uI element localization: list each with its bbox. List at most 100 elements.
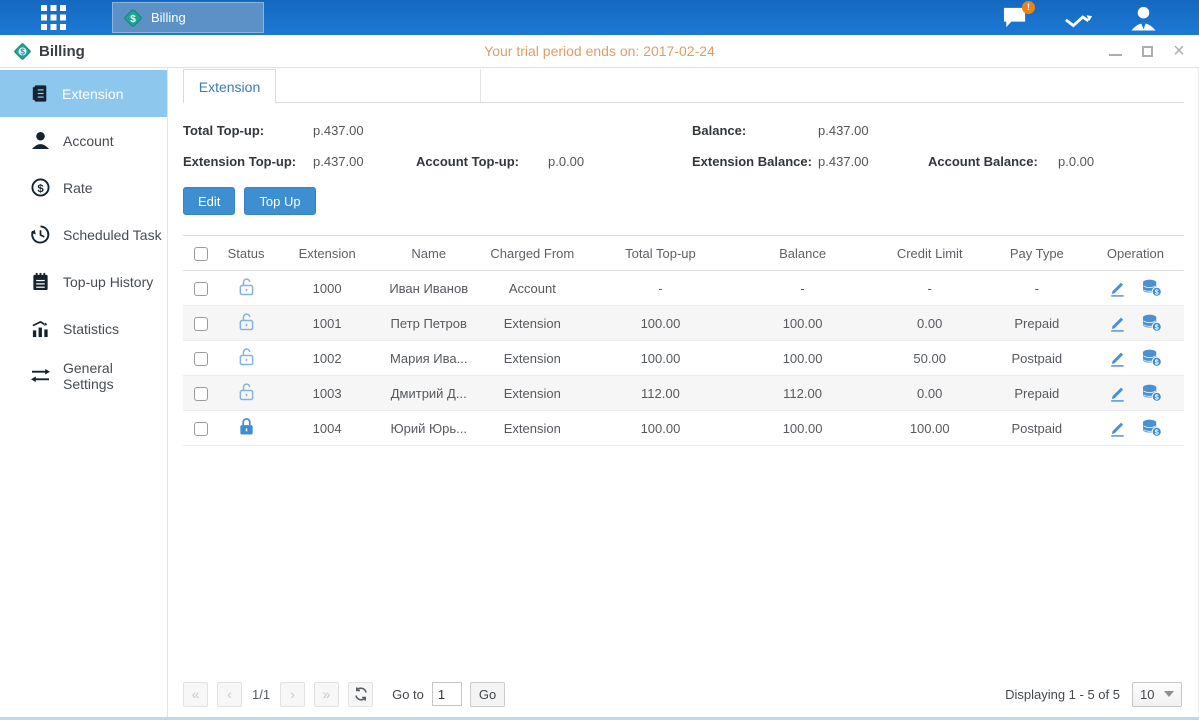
row-edit-button[interactable] [1108, 280, 1126, 297]
cell-charged-from: Extension [476, 376, 588, 411]
statistics-top-button[interactable] [1063, 4, 1095, 32]
status-lock-icon[interactable] [238, 382, 255, 401]
sidebar: Extension Account $ Rate [0, 68, 168, 717]
unlocked-icon [238, 312, 255, 331]
status-lock-icon[interactable] [238, 312, 255, 331]
row-checkbox[interactable] [194, 317, 208, 331]
table-header-row: Status Extension Name Charged From Total… [183, 236, 1184, 271]
row-topup-button[interactable]: $ [1142, 314, 1162, 332]
window-title: $ Billing [13, 42, 85, 61]
row-edit-button[interactable] [1108, 385, 1126, 402]
svg-text:$: $ [130, 13, 136, 24]
pencil-icon [1108, 315, 1126, 332]
status-lock-icon[interactable] [238, 417, 255, 436]
refresh-button[interactable] [348, 682, 373, 707]
table-row[interactable]: 1004 Юрий Юрь... Extension 100.00 100.00… [183, 411, 1184, 446]
coins-dollar-icon: $ [1142, 384, 1162, 402]
cell-extension: 1004 [273, 411, 381, 446]
balance-label: Balance: [692, 123, 818, 138]
svg-text:$: $ [1155, 289, 1159, 297]
goto-page-input[interactable] [432, 682, 462, 706]
person-icon [1130, 5, 1157, 31]
table-row[interactable]: 1000 Иван Иванов Account - - - - [183, 271, 1184, 306]
svg-text:$: $ [1155, 359, 1159, 367]
window-title-bar: $ Billing Your trial period ends on: 201… [0, 35, 1199, 68]
sidebar-item-extension[interactable]: Extension [0, 70, 167, 117]
table-row[interactable]: 1003 Дмитрий Д... Extension 112.00 112.0… [183, 376, 1184, 411]
billing-dollar-diamond-icon: $ [123, 8, 143, 28]
status-lock-icon[interactable] [238, 277, 255, 296]
sidebar-item-label: Extension [62, 86, 123, 102]
sidebar-item-account[interactable]: Account [0, 117, 167, 164]
select-all-checkbox[interactable] [194, 247, 208, 261]
go-button[interactable]: Go [470, 682, 505, 707]
row-checkbox[interactable] [194, 282, 208, 296]
notification-badge: ! [1022, 1, 1035, 14]
table-row[interactable]: 1001 Петр Петров Extension 100.00 100.00… [183, 306, 1184, 341]
column-header-name: Name [381, 236, 476, 271]
row-topup-button[interactable]: $ [1142, 279, 1162, 297]
row-checkbox[interactable] [194, 352, 208, 366]
svg-text:$: $ [1155, 324, 1159, 332]
pagination-bar: « ‹ 1/1 › » Go to Go Displaying [183, 679, 1184, 709]
tab-extension[interactable]: Extension [183, 69, 276, 103]
taskbar-tab-billing[interactable]: $ Billing [112, 2, 264, 33]
row-edit-button[interactable] [1108, 420, 1126, 437]
topbar-action-icons: ! [999, 0, 1159, 35]
app-launcher-button[interactable] [36, 1, 70, 35]
row-edit-button[interactable] [1108, 350, 1126, 367]
unlocked-icon [238, 382, 255, 401]
page-size-select[interactable]: 10 [1132, 682, 1182, 707]
cell-credit-limit: 0.00 [873, 306, 987, 341]
taskbar-tab-label: Billing [151, 10, 186, 25]
locked-icon [238, 417, 255, 436]
row-checkbox[interactable] [194, 422, 208, 436]
account-topup-value: p.0.00 [548, 154, 692, 169]
cell-pay-type: Prepaid [987, 376, 1087, 411]
cell-total-topup: 100.00 [588, 411, 732, 446]
balance-summary: Total Top-up: p.437.00 Balance: p.437.00… [183, 115, 1184, 177]
messages-button[interactable]: ! [999, 4, 1031, 32]
account-balance-value: p.0.00 [1058, 154, 1184, 169]
cell-credit-limit: 0.00 [873, 376, 987, 411]
pencil-icon [1108, 350, 1126, 367]
user-account-button[interactable] [1127, 4, 1159, 32]
row-topup-button[interactable]: $ [1142, 349, 1162, 367]
pencil-icon [1108, 280, 1126, 297]
transfer-arrows-icon [31, 367, 50, 384]
first-page-button[interactable]: « [183, 682, 208, 707]
cell-balance: 100.00 [733, 306, 873, 341]
page-size-value: 10 [1140, 687, 1154, 702]
last-page-button[interactable]: » [314, 682, 339, 707]
row-topup-button[interactable]: $ [1142, 384, 1162, 402]
sidebar-item-general-settings[interactable]: General Settings [0, 352, 167, 399]
sidebar-item-statistics[interactable]: Statistics [0, 305, 167, 352]
prev-page-button[interactable]: ‹ [217, 682, 242, 707]
row-edit-button[interactable] [1108, 315, 1126, 332]
status-lock-icon[interactable] [238, 347, 255, 366]
row-topup-button[interactable]: $ [1142, 419, 1162, 437]
maximize-button[interactable] [1139, 43, 1155, 59]
row-checkbox[interactable] [194, 387, 208, 401]
cell-pay-type: Postpaid [987, 411, 1087, 446]
top-up-button[interactable]: Top Up [244, 187, 315, 215]
table-row[interactable]: 1002 Мария Ива... Extension 100.00 100.0… [183, 341, 1184, 376]
clock-schedule-icon [31, 225, 50, 244]
sidebar-item-label: Top-up History [63, 274, 153, 290]
minimize-button[interactable] [1107, 43, 1123, 59]
cell-name: Юрий Юрь... [381, 411, 476, 446]
cell-extension: 1000 [273, 271, 381, 306]
next-page-button[interactable]: › [280, 682, 305, 707]
sidebar-item-topup-history[interactable]: Top-up History [0, 258, 167, 305]
sidebar-item-scheduled-task[interactable]: Scheduled Task [0, 211, 167, 258]
cell-charged-from: Extension [476, 411, 588, 446]
sidebar-item-rate[interactable]: $ Rate [0, 164, 167, 211]
close-button[interactable]: × [1171, 43, 1187, 59]
tab-strip: Extension [183, 68, 1184, 103]
cell-balance: - [733, 271, 873, 306]
account-topup-label: Account Top-up: [416, 154, 548, 169]
edit-button[interactable]: Edit [183, 187, 235, 215]
extension-topup-label: Extension Top-up: [183, 154, 313, 169]
pencil-icon [1108, 420, 1126, 437]
cell-balance: 100.00 [733, 411, 873, 446]
